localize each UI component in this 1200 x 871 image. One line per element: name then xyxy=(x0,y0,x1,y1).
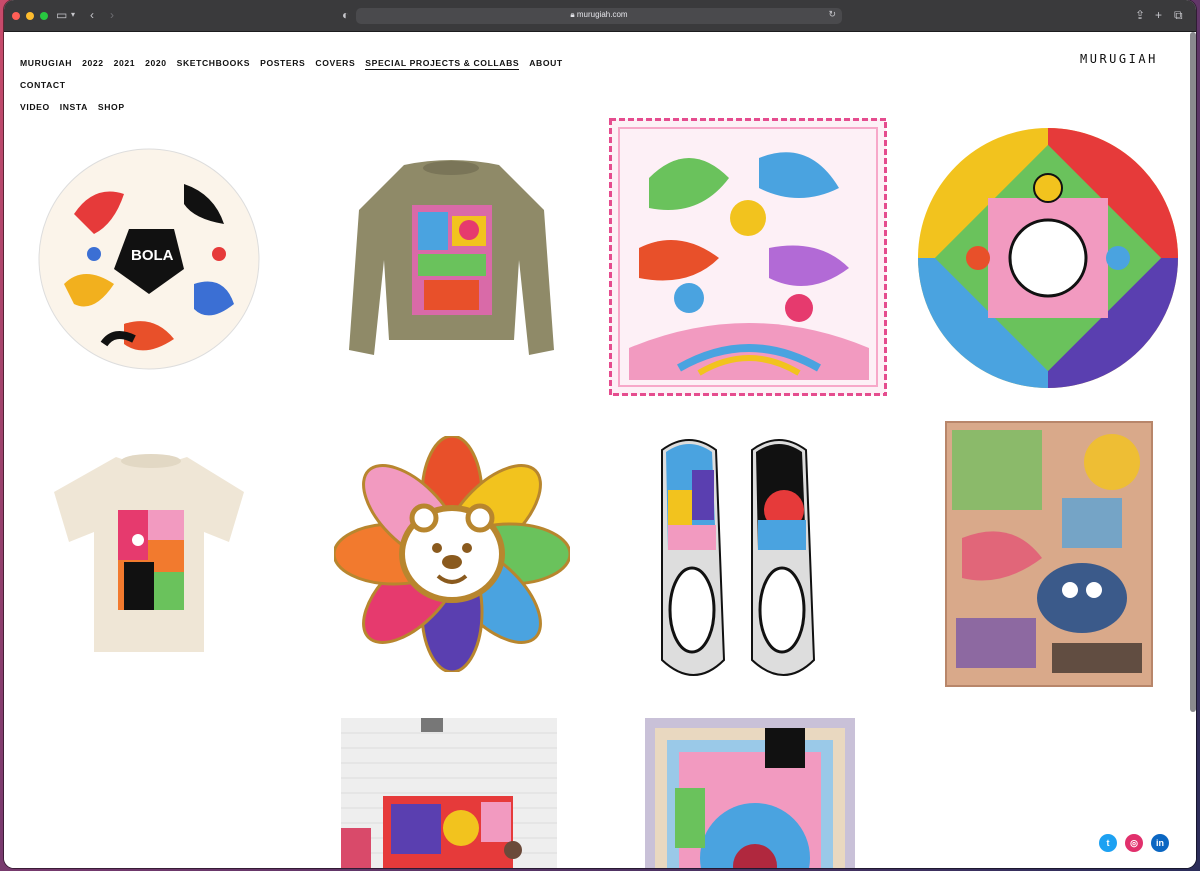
gallery-item-lion-flower-pin[interactable] xyxy=(334,436,570,672)
browser-window: ▭ ▾ ‹ › ◐ 🔒︎ murugiah.com ↻ ⇪ + ⧉ MURUGI… xyxy=(4,0,1196,868)
nav-row-2: VIDEO INSTA SHOP xyxy=(20,96,620,118)
woven-blanket-2-image xyxy=(645,718,855,868)
gallery-item-football[interactable]: BOLA xyxy=(34,144,264,374)
page-scrollbar[interactable] xyxy=(1190,32,1196,712)
nav-link-insta[interactable]: INSTA xyxy=(60,96,88,118)
nav-row-1: MURUGIAH 2022 2021 2020 SKETCHBOOKS POST… xyxy=(20,52,620,96)
nav-link-special-projects[interactable]: SPECIAL PROJECTS & COLLABS xyxy=(365,58,520,70)
twitter-icon[interactable]: t xyxy=(1099,834,1117,852)
gallery-item-tshirt[interactable] xyxy=(54,452,249,657)
football-label: BOLA xyxy=(131,247,174,264)
sweatshirt-image xyxy=(349,160,554,355)
linkedin-icon[interactable]: in xyxy=(1151,834,1169,852)
site-navigation: MURUGIAH 2022 2021 2020 SKETCHBOOKS POST… xyxy=(20,52,620,118)
chevron-down-icon[interactable]: ▾ xyxy=(71,8,75,22)
nav-link-shop[interactable]: SHOP xyxy=(98,96,125,118)
slip-on-shoes-image xyxy=(661,439,816,676)
gallery-item-circular-artwork[interactable] xyxy=(916,126,1180,390)
football-image: BOLA xyxy=(38,148,260,370)
address-bar[interactable]: 🔒︎ murugiah.com ↻ xyxy=(356,8,842,24)
browser-titlebar: ▭ ▾ ‹ › ◐ 🔒︎ murugiah.com ↻ ⇪ + ⧉ xyxy=(4,0,1196,32)
instagram-icon[interactable]: ◎ xyxy=(1125,834,1143,852)
minimize-window-button[interactable] xyxy=(26,12,34,20)
reload-icon[interactable]: ↻ xyxy=(828,9,836,20)
new-tab-icon[interactable]: + xyxy=(1155,8,1162,22)
privacy-shield-icon[interactable]: ◐ xyxy=(342,8,349,22)
gallery-item-rug-wall-photo[interactable] xyxy=(341,718,557,868)
share-icon[interactable]: ⇪ xyxy=(1135,8,1145,22)
gallery-item-slip-on-shoes[interactable] xyxy=(654,430,834,686)
gallery-item-scarf-print[interactable] xyxy=(609,118,887,396)
close-window-button[interactable] xyxy=(12,12,20,20)
web-page: MURUGIAH 2022 2021 2020 SKETCHBOOKS POST… xyxy=(4,32,1196,868)
woven-blanket-1-image xyxy=(945,421,1153,687)
circular-artwork-image xyxy=(918,128,1178,388)
nav-link-posters[interactable]: POSTERS xyxy=(260,52,305,74)
forward-button[interactable]: › xyxy=(110,8,114,22)
nav-link-murugiah[interactable]: MURUGIAH xyxy=(20,52,72,74)
nav-link-sketchbooks[interactable]: SKETCHBOOKS xyxy=(177,52,250,74)
url-text[interactable]: 🔒︎ murugiah.com xyxy=(356,10,842,20)
nav-link-contact[interactable]: CONTACT xyxy=(20,74,66,96)
back-button[interactable]: ‹ xyxy=(90,8,94,22)
nav-link-covers[interactable]: COVERS xyxy=(315,52,355,74)
gallery-item-sweatshirt[interactable] xyxy=(344,150,559,365)
zoom-window-button[interactable] xyxy=(40,12,48,20)
lion-flower-pin-image xyxy=(334,436,570,672)
gallery-item-woven-blanket-1[interactable] xyxy=(942,418,1156,690)
nav-link-2022[interactable]: 2022 xyxy=(82,52,104,74)
tshirt-image xyxy=(54,454,244,652)
nav-link-about[interactable]: ABOUT xyxy=(529,52,563,74)
gallery-item-woven-blanket-2[interactable] xyxy=(645,718,855,868)
scarf-print-image xyxy=(609,118,887,396)
site-logo[interactable]: MURUGIAH xyxy=(1080,52,1158,66)
rug-wall-photo-image xyxy=(341,718,557,868)
tab-overview-icon[interactable]: ⧉ xyxy=(1174,8,1183,22)
nav-link-2020[interactable]: 2020 xyxy=(145,52,167,74)
sidebar-icon[interactable]: ▭ xyxy=(56,8,67,22)
nav-link-video[interactable]: VIDEO xyxy=(20,96,50,118)
window-controls xyxy=(12,12,48,20)
nav-link-2021[interactable]: 2021 xyxy=(114,52,136,74)
